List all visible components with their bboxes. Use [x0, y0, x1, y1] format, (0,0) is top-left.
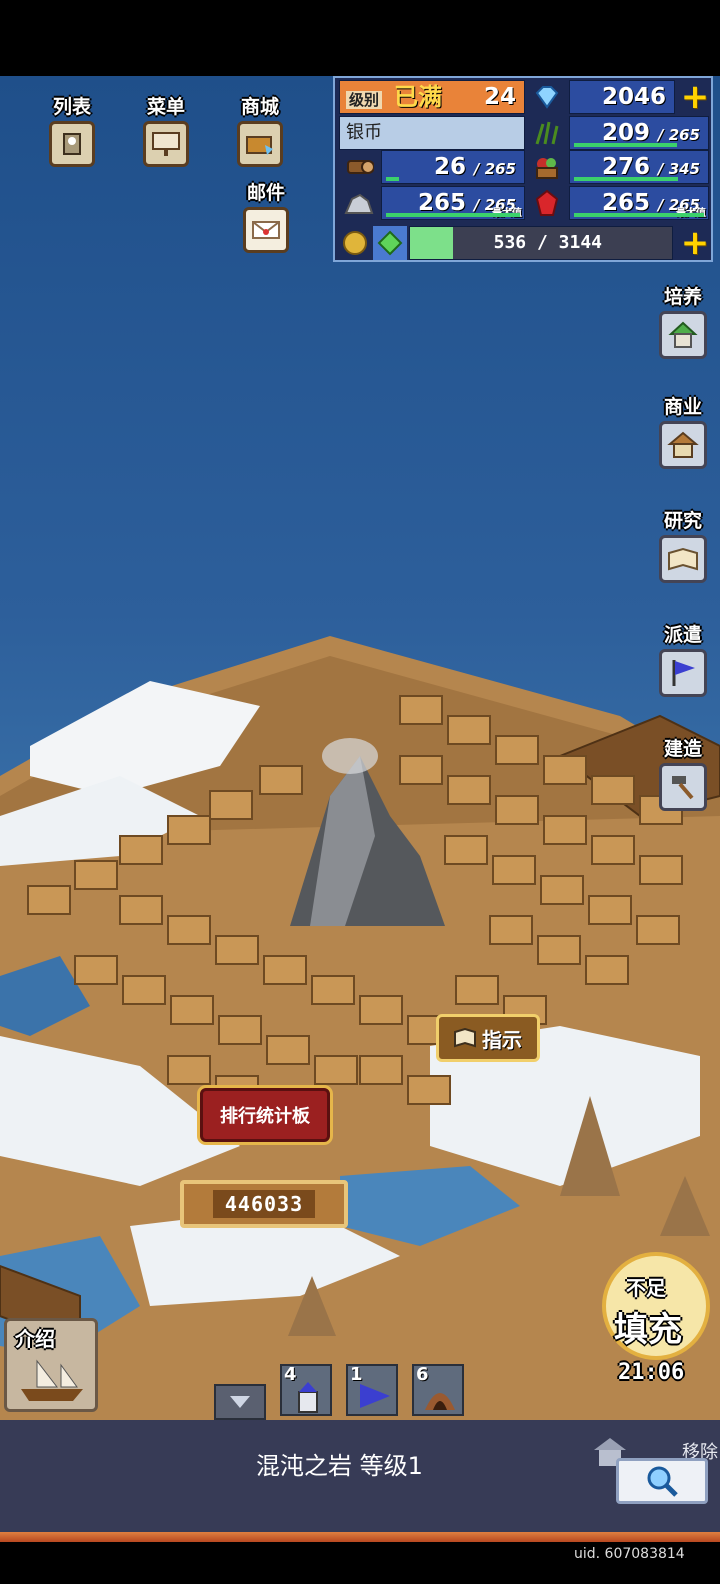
castle-slot[interactable]: 4: [280, 1364, 332, 1416]
plus-icon: +: [680, 77, 710, 117]
score-value: 446033: [212, 1190, 316, 1218]
refill-timer: 21:06: [618, 1360, 685, 1385]
cave-slot[interactable]: 6: [412, 1364, 464, 1416]
ruby-bar: [574, 213, 704, 217]
magnifier-icon: [647, 1466, 678, 1497]
collapse-button[interactable]: [214, 1384, 266, 1420]
flag-icon: [360, 1384, 390, 1408]
commerce-button[interactable]: 商业: [654, 392, 712, 469]
coin-icon: [339, 226, 371, 260]
mail-button[interactable]: 邮件: [230, 178, 302, 253]
game-map[interactable]: [0, 76, 720, 1420]
buy-exp-button[interactable]: +: [679, 223, 711, 263]
shop-house-icon: [659, 421, 707, 469]
food-cell: 276 / 345: [569, 150, 709, 184]
shop-label: 商城: [240, 96, 279, 118]
grass-icon: [527, 116, 567, 150]
ore-cell: 265 / 265 最大值: [381, 186, 525, 220]
wood-log-icon: [339, 150, 379, 184]
wood-bar: [386, 177, 399, 181]
refill-label: 填充: [614, 1310, 682, 1350]
intro-button[interactable]: 介绍: [4, 1318, 98, 1412]
wood-max: 265: [484, 160, 516, 178]
food-bar: [574, 177, 678, 181]
intro-label: 介绍: [15, 1327, 55, 1351]
exp-text: 536 / 3144: [493, 232, 602, 253]
shop-button[interactable]: 商城: [224, 92, 296, 167]
hammer-icon: [659, 763, 707, 811]
cave-icon: [425, 1393, 455, 1410]
book-icon: [659, 535, 707, 583]
zoom-button[interactable]: [616, 1458, 708, 1504]
gems-cell: 2046: [569, 80, 675, 114]
research-label: 研究: [663, 510, 702, 532]
flag-slot[interactable]: 1: [346, 1364, 398, 1416]
flag-icon: [659, 649, 707, 697]
resource-panel: 级别 已满 24 2046 + 银币 209 / 265 26 / 265 27…: [333, 76, 713, 263]
food-basket-icon: [527, 150, 567, 184]
castle-icon: [298, 1382, 318, 1413]
wood-current: 26: [433, 154, 466, 180]
gems-value: 2046: [601, 84, 666, 110]
guide-label: 指示: [482, 1027, 522, 1052]
silver-cell: 银币: [339, 116, 525, 150]
commerce-label: 商业: [663, 396, 702, 418]
training-label: 培养: [663, 286, 702, 308]
ruby-cell: 265 / 265 最大值: [569, 186, 709, 220]
status-bar: [0, 0, 720, 76]
treasure-chest-icon: [237, 121, 283, 167]
level-value: 24: [483, 84, 516, 110]
guide-book-icon: [454, 1028, 476, 1048]
refill-badge[interactable]: 不足 填充 21:06: [596, 1256, 716, 1416]
menu-button[interactable]: 菜单: [130, 92, 202, 167]
uid-text: uid. 607083814: [574, 1546, 685, 1562]
build-label: 建造: [663, 738, 702, 760]
ranking-board-button[interactable]: 排行统计板: [200, 1088, 330, 1142]
list-label: 列表: [52, 96, 91, 118]
ore-bar: [386, 213, 520, 217]
exp-bar: 536 / 3144: [409, 226, 673, 260]
exp-fill: [410, 227, 453, 259]
build-button[interactable]: 建造: [654, 734, 712, 811]
guide-button[interactable]: 指示: [436, 1014, 540, 1062]
grass-cell: 209 / 265: [569, 116, 709, 150]
selection-title: 混沌之岩 等级1: [256, 1452, 423, 1480]
level-cell: 级别 已满 24: [339, 80, 525, 114]
plus-icon: +: [680, 223, 710, 263]
selection-bar: 混沌之岩 等级1 移除: [0, 1420, 720, 1532]
refill-top: 不足: [626, 1276, 666, 1300]
ruby-icon: [527, 186, 567, 220]
exp-max: 3144: [558, 232, 602, 253]
food-max: 345: [668, 160, 700, 178]
grass-max: 265: [668, 126, 700, 144]
chevron-down-icon: [230, 1396, 250, 1408]
wood-cell: 26 / 265: [381, 150, 525, 184]
ore-icon: [339, 186, 379, 220]
research-button[interactable]: 研究: [654, 506, 712, 583]
dispatch-button[interactable]: 派遣: [654, 620, 712, 697]
gem-icon: [527, 80, 567, 114]
ranking-board-label: 排行统计板: [220, 1106, 310, 1127]
ship-icon: [21, 1359, 83, 1401]
level-status: 已满: [394, 83, 443, 111]
envelope-icon: [243, 207, 289, 253]
training-button[interactable]: 培养: [654, 282, 712, 359]
list-icon: [49, 121, 95, 167]
menu-label: 菜单: [146, 96, 185, 118]
dispatch-label: 派遣: [663, 624, 702, 646]
silver-label: 银币: [346, 122, 382, 143]
score-signboard[interactable]: 446033: [180, 1180, 348, 1228]
training-house-icon: [659, 311, 707, 359]
level-label: 级别: [346, 91, 383, 109]
map-terrain: [0, 636, 720, 1420]
menu-board-icon: [143, 121, 189, 167]
footer-stripe: [0, 1532, 720, 1542]
mail-label: 邮件: [246, 182, 285, 204]
footer: uid. 607083814: [0, 1532, 720, 1584]
exp-gem-icon: [373, 226, 407, 260]
buy-gems-button[interactable]: +: [679, 77, 711, 117]
exp-current: 536: [493, 232, 527, 253]
list-button[interactable]: 列表: [36, 92, 108, 167]
grass-bar: [574, 143, 677, 147]
